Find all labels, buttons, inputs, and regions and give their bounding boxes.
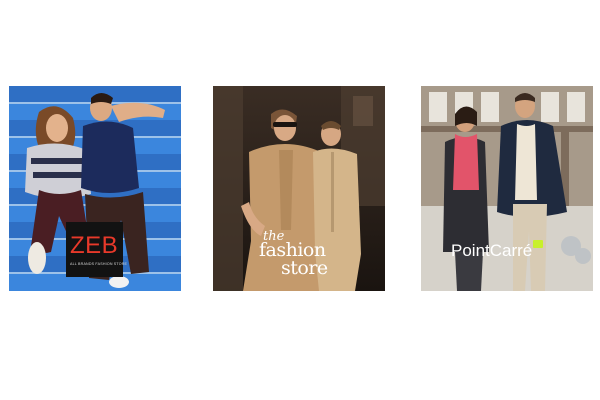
zeb-logo: ZEB ALL BRANDS FASHION STORE [66, 222, 127, 277]
logo-word-store: store [281, 257, 328, 279]
zeb-brand-card[interactable]: ZEB ALL BRANDS FASHION STORE [9, 86, 181, 291]
lime-square-icon [533, 240, 544, 248]
zeb-logo-text: ZEB [70, 232, 119, 259]
zeb-logo-tagline: ALL BRANDS FASHION STORE [70, 262, 128, 266]
pointcarre-logo-text: PointCarré [451, 241, 533, 260]
pointcarre-brand-card[interactable]: PointCarré [421, 86, 593, 291]
the-fashion-store-brand-card[interactable]: the fashion store [213, 86, 385, 291]
pointcarre-logo: PointCarré [451, 240, 544, 261]
